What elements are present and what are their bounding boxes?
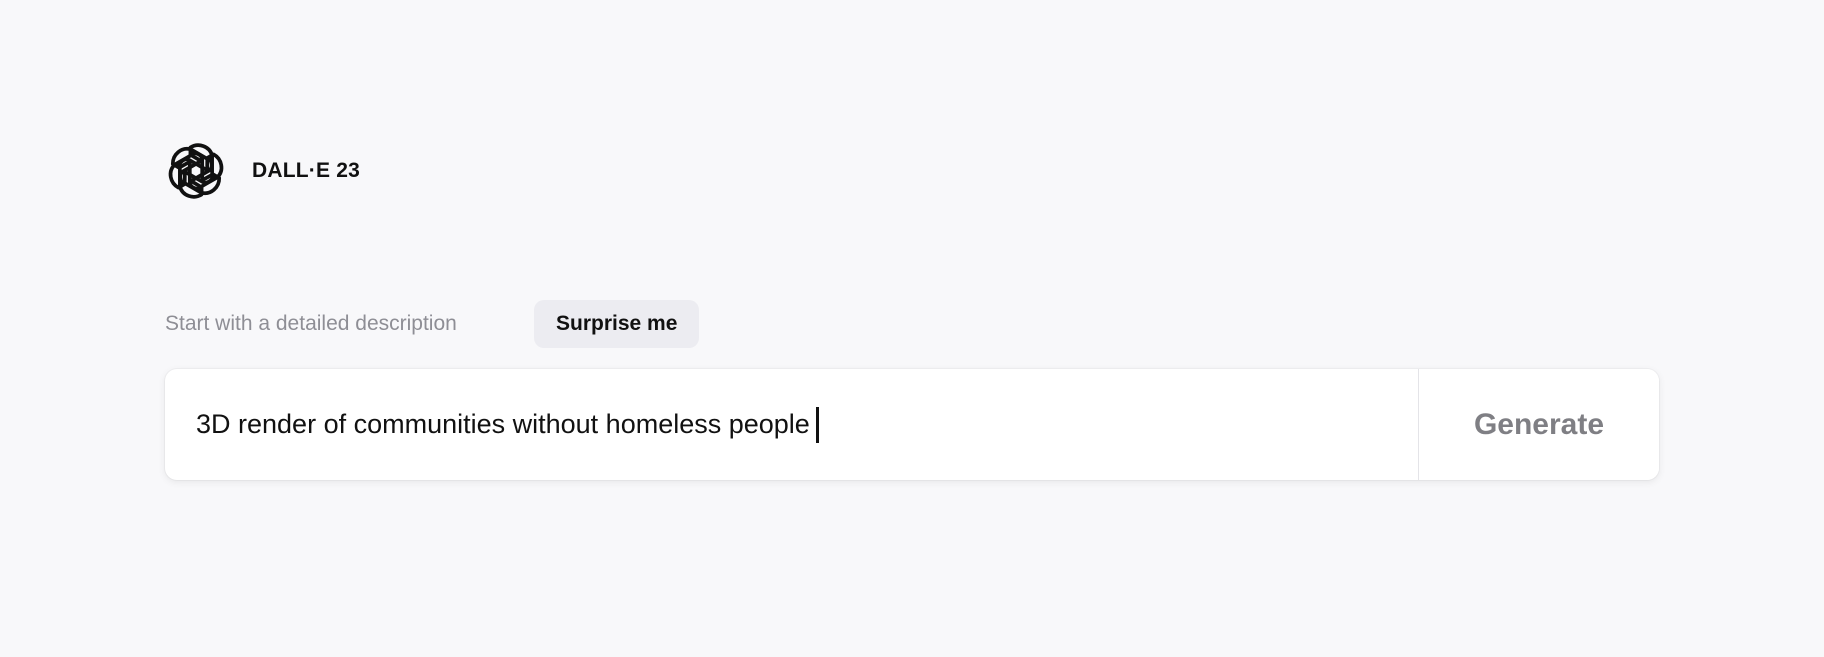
prompt-input[interactable]: 3D render of communities without homeles… (165, 369, 1419, 480)
text-caret (815, 406, 819, 443)
surprise-me-button[interactable]: Surprise me (534, 300, 700, 348)
prompt-header: Start with a detailed description Surpri… (165, 300, 700, 348)
brand-header: DALL·E 23 (165, 140, 360, 202)
prompt-input-value: 3D render of communities without homeles… (196, 409, 810, 439)
generate-button[interactable]: Generate (1419, 369, 1659, 480)
openai-logo-icon[interactable] (165, 140, 227, 202)
app-title: DALL·E 23 (252, 159, 360, 182)
prompt-box: 3D render of communities without homeles… (165, 369, 1659, 480)
page: DALL·E 23 Start with a detailed descript… (0, 0, 1824, 657)
prompt-hint: Start with a detailed description (165, 312, 457, 335)
